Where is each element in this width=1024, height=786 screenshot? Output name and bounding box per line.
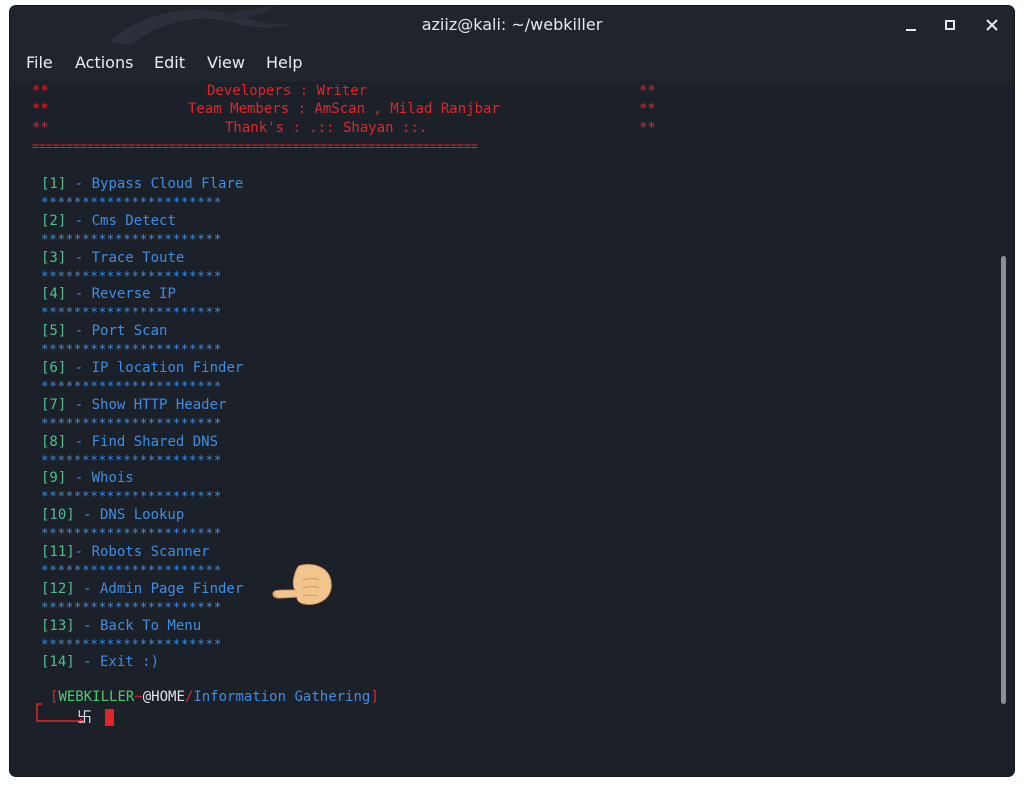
option-label: - Find Shared DNS bbox=[66, 434, 219, 450]
option-number: [13] bbox=[41, 618, 75, 634]
menu-view[interactable]: View bbox=[207, 44, 245, 82]
menu-option[interactable]: [14] - Exit :) bbox=[41, 653, 159, 671]
option-number: [6] bbox=[41, 360, 67, 376]
menu-bar: File Actions Edit View Help bbox=[10, 44, 1014, 82]
banner-stars-left-3: ** bbox=[32, 120, 49, 136]
text-cursor bbox=[105, 709, 114, 726]
prompt-tilde: ~ bbox=[134, 689, 143, 705]
option-label: - Cms Detect bbox=[66, 213, 176, 229]
menu-option[interactable]: [13] - Back To Menu bbox=[41, 617, 201, 635]
title-bar[interactable]: aziiz@kali: ~/webkiller bbox=[10, 6, 1014, 46]
banner-stars-right-2: ** bbox=[639, 101, 656, 117]
option-divider: ********************** bbox=[41, 415, 222, 430]
option-label: - Port Scan bbox=[66, 323, 168, 339]
option-label: - Bypass Cloud Flare bbox=[66, 176, 244, 192]
option-label: - Exit :) bbox=[74, 654, 160, 670]
option-label: - Whois bbox=[66, 470, 134, 486]
banner-stars-left-1: ** bbox=[32, 83, 49, 99]
option-divider: ********************** bbox=[41, 231, 222, 246]
menu-file[interactable]: File bbox=[26, 44, 53, 82]
banner-team: Team Members : AmScan , Milad Ranjbar bbox=[188, 101, 500, 117]
close-icon bbox=[986, 19, 998, 31]
prompt-line: [WEBKILLER~@HOME/Information Gathering] bbox=[50, 688, 379, 706]
menu-option[interactable]: [9] - Whois bbox=[41, 469, 134, 487]
option-divider: ********************** bbox=[41, 562, 222, 577]
option-divider: ********************** bbox=[41, 636, 222, 651]
option-label: - DNS Lookup bbox=[74, 507, 185, 523]
option-divider: ********************** bbox=[41, 268, 222, 283]
menu-option[interactable]: [6] - IP location Finder bbox=[41, 359, 243, 377]
banner-developers: Developers : Writer bbox=[207, 83, 368, 99]
minimize-icon bbox=[906, 29, 916, 31]
menu-option[interactable]: [1] - Bypass Cloud Flare bbox=[41, 175, 243, 193]
option-divider: ********************** bbox=[41, 488, 222, 503]
minimize-button[interactable] bbox=[898, 12, 924, 38]
menu-option[interactable]: [4] - Reverse IP bbox=[41, 285, 176, 303]
menu-help[interactable]: Help bbox=[266, 44, 302, 82]
option-number: [4] bbox=[41, 286, 67, 302]
menu-option[interactable]: [8] - Find Shared DNS bbox=[41, 433, 218, 451]
pointing-hand-icon bbox=[272, 564, 332, 605]
option-number: [12] bbox=[41, 581, 75, 597]
option-number: [9] bbox=[41, 470, 67, 486]
option-label: - Show HTTP Header bbox=[66, 397, 227, 413]
menu-edit[interactable]: Edit bbox=[154, 44, 185, 82]
option-number: [7] bbox=[41, 397, 67, 413]
option-divider: ********************** bbox=[41, 304, 222, 319]
option-number: [1] bbox=[41, 176, 67, 192]
option-divider: ********************** bbox=[41, 194, 222, 209]
menu-option[interactable]: [3] - Trace Toute bbox=[41, 249, 184, 267]
banner-stars-right-1: ** bbox=[639, 83, 656, 99]
menu-option[interactable]: [5] - Port Scan bbox=[41, 322, 167, 340]
option-number: [14] bbox=[41, 654, 75, 670]
menu-option[interactable]: [2] - Cms Detect bbox=[41, 212, 176, 230]
prompt-symbol: 卐 bbox=[77, 708, 93, 726]
option-number: [11] bbox=[41, 544, 75, 560]
prompt-host: @HOME bbox=[142, 689, 185, 705]
scrollbar-thumb[interactable] bbox=[1001, 256, 1006, 704]
option-divider: ********************** bbox=[41, 341, 222, 356]
maximize-button[interactable] bbox=[937, 12, 963, 38]
maximize-icon bbox=[945, 20, 955, 30]
option-label: - Admin Page Finder bbox=[74, 581, 244, 597]
banner-separator: ========================================… bbox=[32, 139, 478, 153]
option-divider: ********************** bbox=[41, 525, 222, 540]
option-label: - Back To Menu bbox=[74, 618, 202, 634]
terminal-window: aziiz@kali: ~/webkiller File Actions Edi… bbox=[10, 6, 1014, 776]
banner-stars-left-2: ** bbox=[32, 101, 49, 117]
option-number: [3] bbox=[41, 250, 67, 266]
option-label: - Reverse IP bbox=[66, 286, 176, 302]
option-label: - Robots Scanner bbox=[74, 544, 210, 560]
menu-option[interactable]: [7] - Show HTTP Header bbox=[41, 396, 226, 414]
prompt-path: Information Gathering bbox=[193, 689, 371, 705]
prompt-name: WEBKILLER bbox=[58, 689, 135, 705]
option-divider: ********************** bbox=[41, 599, 222, 614]
menu-actions[interactable]: Actions bbox=[75, 44, 133, 82]
prompt-close-bracket: ] bbox=[370, 689, 379, 705]
option-label: - Trace Toute bbox=[66, 250, 185, 266]
option-number: [10] bbox=[41, 507, 75, 523]
menu-option[interactable]: [11]- Robots Scanner bbox=[41, 543, 210, 561]
option-divider: ********************** bbox=[41, 452, 222, 467]
option-label: - IP location Finder bbox=[66, 360, 244, 376]
window-title: aziiz@kali: ~/webkiller bbox=[421, 15, 603, 34]
menu-option[interactable]: [12] - Admin Page Finder bbox=[41, 580, 243, 598]
option-number: [8] bbox=[41, 434, 67, 450]
menu-option[interactable]: [10] - DNS Lookup bbox=[41, 506, 184, 524]
option-number: [5] bbox=[41, 323, 67, 339]
close-button[interactable] bbox=[979, 12, 1005, 38]
option-divider: ********************** bbox=[41, 378, 222, 393]
banner-thanks: Thank's : .:: Shayan ::. bbox=[225, 120, 428, 136]
banner-stars-right-3: ** bbox=[639, 120, 656, 136]
option-number: [2] bbox=[41, 213, 67, 229]
